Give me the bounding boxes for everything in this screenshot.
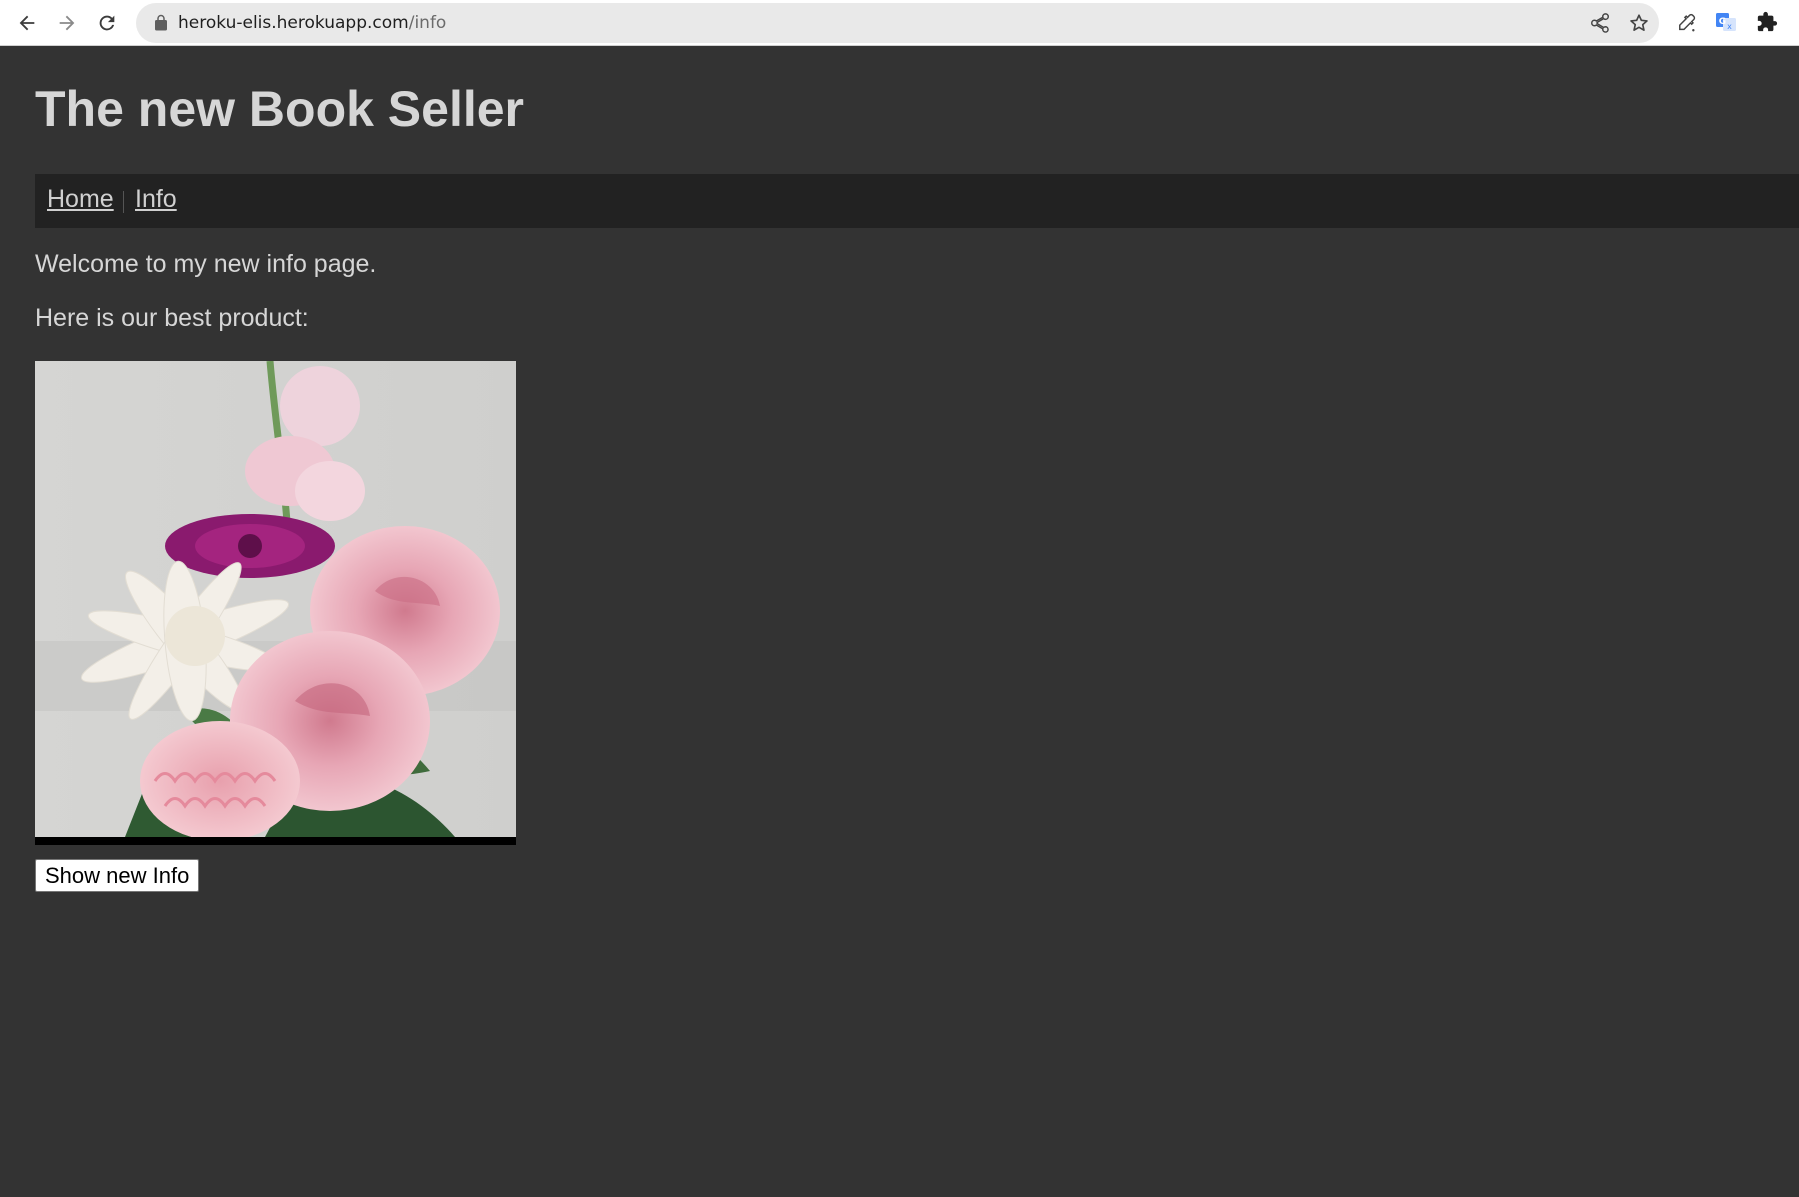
eyedropper-extension-button[interactable] (1673, 9, 1699, 35)
best-product-text: Here is our best product: (35, 304, 309, 332)
nav-separator (123, 191, 124, 213)
nav-link-home[interactable]: Home (47, 185, 114, 214)
site-title: The new Book Seller (35, 81, 525, 137)
forward-button[interactable] (50, 6, 84, 40)
eyedropper-extension-icon (1679, 13, 1696, 32)
site-navbar: Home Info (35, 174, 1799, 228)
product-image (35, 361, 516, 845)
nav-link-info[interactable]: Info (135, 185, 177, 214)
lock-icon (155, 14, 167, 31)
url-text[interactable]: heroku-elis.herokuapp.com/info (178, 3, 446, 43)
welcome-text: Welcome to my new info page. (35, 250, 377, 278)
url-host: heroku-elis.herokuapp.com (178, 13, 409, 33)
translate-extension-icon: Gx (1716, 13, 1736, 31)
flower-bouquet-image (35, 361, 516, 837)
show-new-info-button[interactable]: Show new Info (35, 859, 200, 892)
reload-button[interactable] (90, 6, 124, 40)
svg-text:G: G (1719, 17, 1726, 27)
url-path: /info (408, 13, 447, 33)
share-icon[interactable] (1589, 12, 1611, 34)
address-bar[interactable]: heroku-elis.herokuapp.com/info (136, 3, 1659, 43)
browser-toolbar: heroku-elis.herokuapp.com/info Gx (0, 0, 1799, 46)
back-button[interactable] (10, 6, 44, 40)
forward-icon (59, 15, 75, 31)
translate-extension-button[interactable]: Gx (1713, 9, 1739, 35)
svg-text:x: x (1727, 22, 1732, 31)
extensions-button[interactable] (1754, 9, 1780, 35)
back-icon (19, 15, 35, 31)
extensions-puzzle-icon (1757, 11, 1778, 32)
bookmark-star-icon[interactable] (1628, 12, 1650, 34)
reload-icon (99, 15, 115, 31)
